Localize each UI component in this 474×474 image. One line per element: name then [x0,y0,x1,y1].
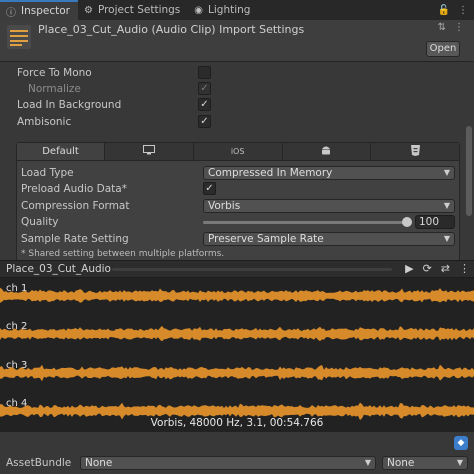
load-in-background-checkbox[interactable]: ✓ [198,98,211,111]
tab-lighting[interactable]: ◉ Lighting [188,0,258,20]
tab-inspector-label: Inspector [21,5,70,17]
auto-play-icon[interactable]: ⟳ [423,262,432,275]
compression-format-label: Compression Format [21,200,130,212]
tab-standalone[interactable] [105,143,194,160]
waveform-channel-1 [0,287,474,303]
assetbundle-dropdown[interactable]: None ▼ [80,456,376,470]
waveform-shape [0,325,474,342]
window-tab-bar: ⓘ Inspector ⚙ Project Settings ◉ Lightin… [0,0,474,20]
tab-ios[interactable]: iOS [194,143,283,160]
preload-label: Preload Audio Data* [21,183,127,195]
chevron-down-icon: ▼ [443,234,450,243]
monitor-icon [142,145,155,158]
bulb-icon: ◉ [194,4,204,16]
waveform-shape [0,364,474,382]
compression-format-dropdown[interactable]: Vorbis ▼ [203,199,455,213]
preview-title: Place_03_Cut_Audio [6,263,111,275]
chevron-down-icon: ▼ [443,201,450,210]
chevron-down-icon: ▼ [456,458,463,467]
page-title: Place_03_Cut_Audio (Audio Clip) Import S… [38,23,305,36]
open-button[interactable]: Open [426,41,460,57]
header-actions: ⇅ ⋮ [438,22,464,33]
preload-checkbox[interactable]: ✓ [203,182,216,195]
preview-timeline[interactable] [112,268,392,271]
ambisonic-checkbox[interactable]: ✓ [198,115,211,128]
import-settings: Force To Mono Normalize ✓ Load In Backgr… [0,62,474,262]
assetbundle-value: None [85,457,113,469]
play-icon[interactable]: ▶ [405,262,413,275]
waveform-channel-3 [0,364,474,382]
load-type-label: Load Type [21,167,74,179]
tab-bar-actions: 🔓 ⋮ [438,0,474,20]
load-type-dropdown[interactable]: Compressed In Memory ▼ [203,166,455,180]
tab-webgl[interactable] [371,143,459,160]
force-to-mono-checkbox[interactable] [198,66,211,79]
load-in-background-label: Load In Background [17,99,122,111]
chevron-down-icon: ▼ [443,168,450,177]
webgl-icon [410,144,420,159]
preset-icon[interactable]: ⇅ [438,22,446,33]
quality-field[interactable]: 100 [415,215,455,229]
sample-rate-dropdown[interactable]: Preserve Sample Rate ▼ [203,232,455,246]
inspector-header: Place_03_Cut_Audio (Audio Clip) Import S… [0,20,474,62]
inspector-scrollbar[interactable] [466,126,472,216]
variant-value: None [387,457,415,469]
more-options-icon[interactable]: ⋮ [458,5,468,16]
android-icon [321,145,331,159]
ambisonic-label: Ambisonic [17,116,72,128]
load-type-value: Compressed In Memory [208,167,333,179]
tag-icon[interactable]: ◆ [454,436,468,450]
sample-rate-label: Sample Rate Setting [21,233,129,245]
gear-icon: ⚙ [83,4,93,16]
platform-settings-panel: Default iOS Load Type Compressed In Memo… [16,142,460,262]
loop-icon[interactable]: ⇄ [441,262,450,275]
preview-controls: ▶ ⟳ ⇄ ⋮ [405,262,470,275]
assetbundle-label: AssetBundle [6,457,72,469]
tab-lighting-label: Lighting [208,4,251,16]
quality-label: Quality [21,216,59,228]
normalize-checkbox: ✓ [198,82,211,95]
compression-format-value: Vorbis [208,200,241,212]
more-options-icon[interactable]: ⋮ [454,22,464,33]
more-options-icon[interactable]: ⋮ [459,262,470,275]
force-to-mono-label: Force To Mono [17,67,92,79]
tab-android[interactable] [283,143,372,160]
quality-slider-fill [203,221,407,224]
waveform-channel-2 [0,325,474,342]
variant-dropdown[interactable]: None ▼ [382,456,468,470]
info-icon: ⓘ [6,7,16,19]
tab-project-settings-label: Project Settings [97,4,181,16]
platform-tabs: Default iOS [17,143,459,161]
normalize-label: Normalize [28,83,81,95]
waveform-shape [0,287,474,303]
quality-slider[interactable] [203,217,412,227]
quality-slider-handle[interactable] [402,217,412,227]
tab-inspector[interactable]: ⓘ Inspector [0,0,78,20]
sample-rate-value: Preserve Sample Rate [208,233,324,245]
clip-info: Vorbis, 48000 Hz, 3.1, 00:54.766 [150,417,324,429]
asset-bundle-bar: ◆ AssetBundle None ▼ None ▼ [0,432,474,474]
tab-project-settings[interactable]: ⚙ Project Settings [78,0,188,20]
lock-icon[interactable]: 🔓 [438,5,450,16]
audio-file-icon [7,25,31,49]
waveform-preview: ch 1 ch 2 ch 3 ch 4 Vorbis, 48000 Hz, 3.… [0,278,474,432]
tab-default[interactable]: Default [17,143,105,160]
shared-setting-note: * Shared setting between multiple platfo… [21,249,225,259]
chevron-down-icon: ▼ [364,458,371,467]
preview-toolbar: Place_03_Cut_Audio ▶ ⟳ ⇄ ⋮ [0,260,474,278]
